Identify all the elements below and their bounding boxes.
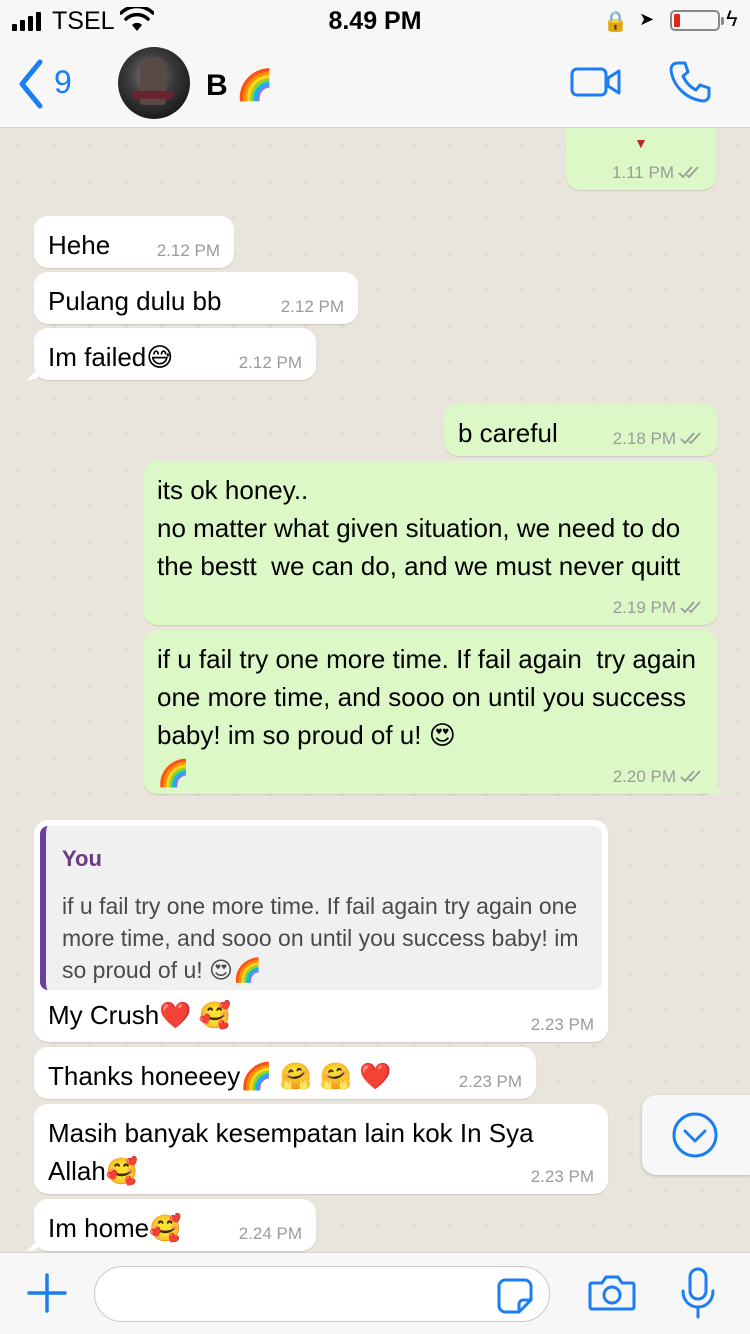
heart-fragment: ▼ xyxy=(634,135,648,151)
message-bubble[interactable]: its ok honey.. no matter what given situ… xyxy=(143,461,718,625)
battery-icon xyxy=(670,10,724,31)
message-time: 2.12 PM xyxy=(238,353,302,372)
message-bubble[interactable]: Im failed😅 2.12 PM xyxy=(34,328,316,380)
location-arrow-icon: ➤ xyxy=(639,9,655,29)
unread-count[interactable]: 9 xyxy=(54,64,72,101)
message-bubble[interactable]: b careful 2.18 PM xyxy=(444,404,718,456)
chevron-down-circle-icon xyxy=(672,1112,718,1158)
message-time: 2.24 PM xyxy=(238,1224,302,1243)
message-text: Im failed😅 xyxy=(48,342,174,372)
camera-icon[interactable] xyxy=(588,1273,636,1313)
quote-author: You xyxy=(62,846,102,871)
status-bar: TSEL 8.49 PM 🔒 ➤ ϟ xyxy=(0,0,750,40)
contact-name[interactable]: B 🌈 xyxy=(206,68,273,103)
message-time: 1.11 PM xyxy=(611,163,674,182)
chat-area[interactable]: ▼ 1.11 PM Hehe 2.12 PM Pulang dulu bb 2.… xyxy=(0,128,750,1252)
message-text: Pulang dulu bb xyxy=(48,286,222,316)
message-time: 2.19 PM xyxy=(612,598,676,617)
message-bubble[interactable]: You if u fail try one more time. If fail… xyxy=(34,820,608,1042)
message-bubble[interactable]: Im home🥰 2.24 PM xyxy=(34,1199,316,1251)
message-time: 2.18 PM xyxy=(612,429,676,448)
contact-avatar[interactable] xyxy=(118,47,190,119)
message-time: 2.20 PM xyxy=(612,767,676,786)
quoted-message[interactable]: You if u fail try one more time. If fail… xyxy=(40,826,602,990)
message-bubble[interactable]: Thanks honeeey🌈 🤗 🤗 ❤️ 2.23 PM xyxy=(34,1047,536,1099)
sticker-icon[interactable] xyxy=(497,1278,533,1314)
read-ticks-icon xyxy=(680,432,701,445)
message-time: 2.23 PM xyxy=(530,1167,594,1186)
phone-call-icon[interactable] xyxy=(668,60,712,104)
message-bubble[interactable]: if u fail try one more time. If fail aga… xyxy=(143,630,718,794)
composer-bar xyxy=(0,1252,750,1334)
back-chevron-icon[interactable] xyxy=(16,58,46,110)
chat-header: 9 B 🌈 xyxy=(0,40,750,128)
message-time: 2.23 PM xyxy=(530,1015,594,1034)
message-text: My Crush❤️ 🥰 xyxy=(48,1000,232,1030)
message-text: its ok honey.. no matter what given situ… xyxy=(157,475,681,581)
message-text: Masih banyak kesempatan lain kok In Sya … xyxy=(48,1118,540,1186)
message-text: Im home🥰 xyxy=(48,1213,182,1243)
message-time: 2.23 PM xyxy=(458,1072,522,1091)
quote-text: if u fail try one more time. If fail aga… xyxy=(62,893,579,983)
status-time: 8.49 PM xyxy=(328,7,422,35)
read-ticks-icon xyxy=(680,770,701,783)
message-text: b careful xyxy=(458,418,558,448)
message-bubble[interactable]: Pulang dulu bb 2.12 PM xyxy=(34,272,358,324)
message-text: Hehe xyxy=(48,230,111,260)
read-ticks-icon xyxy=(678,166,699,179)
message-bubble[interactable]: Hehe 2.12 PM xyxy=(34,216,234,268)
scroll-to-bottom-button[interactable] xyxy=(642,1095,750,1175)
message-bubble[interactable]: Masih banyak kesempatan lain kok In Sya … xyxy=(34,1104,608,1194)
message-bubble[interactable]: ▼ 1.11 PM xyxy=(566,128,716,190)
plus-icon[interactable] xyxy=(26,1272,68,1314)
message-text: Thanks honeeey🌈 🤗 🤗 ❤️ xyxy=(48,1061,392,1091)
message-time: 2.12 PM xyxy=(280,297,344,316)
video-call-icon[interactable] xyxy=(570,66,622,98)
read-ticks-icon xyxy=(680,601,701,614)
microphone-icon[interactable] xyxy=(680,1267,716,1319)
rotation-lock-icon: 🔒 xyxy=(603,11,628,33)
message-time: 2.12 PM xyxy=(156,241,220,260)
charging-bolt-icon: ϟ xyxy=(726,6,738,31)
message-input[interactable] xyxy=(94,1266,550,1322)
